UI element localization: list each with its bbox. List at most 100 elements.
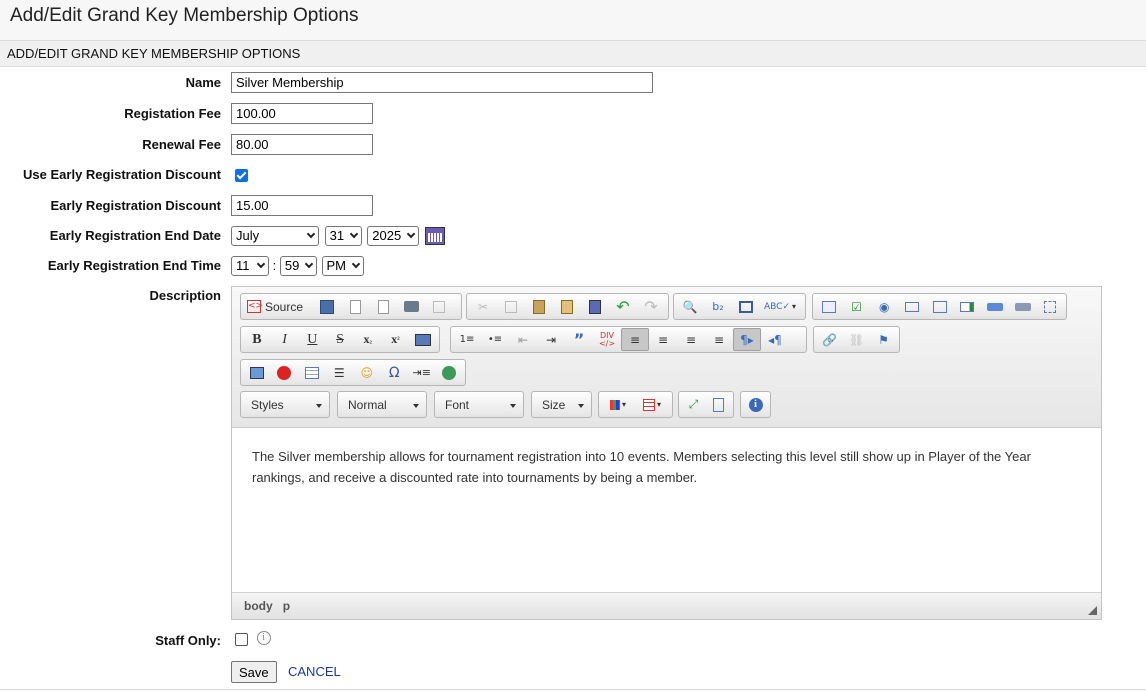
chevron-down-icon — [304, 259, 314, 269]
link-icon[interactable]: 🔗 — [816, 328, 843, 351]
italic-icon[interactable]: I — [271, 328, 299, 351]
font-combo[interactable]: Font — [434, 391, 524, 418]
calendar-icon[interactable] — [424, 227, 445, 245]
page-break-icon[interactable]: ⇥≡ — [408, 361, 436, 384]
early-discount-input[interactable] — [231, 195, 373, 216]
toolbar-group-document: <> Source — [240, 293, 462, 320]
save-button[interactable]: Save — [231, 661, 277, 683]
chevron-down-icon — [306, 229, 316, 239]
styles-combo[interactable]: Styles — [240, 391, 330, 418]
end-date-day-select[interactable]: 31 — [324, 226, 362, 246]
image-button-icon[interactable] — [1009, 295, 1037, 318]
flash-icon[interactable] — [271, 361, 299, 384]
select-field-icon[interactable] — [953, 295, 981, 318]
bold-icon[interactable]: B — [243, 328, 271, 351]
size-label: Size — [542, 398, 566, 412]
info-icon[interactable]: i — [256, 631, 271, 645]
maximize-icon[interactable]: ⤢ — [681, 393, 706, 416]
path-body[interactable]: body — [244, 599, 273, 613]
align-center-icon[interactable]: ≡ — [649, 328, 677, 351]
toolbar-group-clipboard: ✂ ↶ ↷ — [466, 293, 669, 320]
source-button[interactable]: <> Source — [243, 295, 313, 318]
paste-text-icon[interactable] — [553, 295, 581, 318]
name-label: Name — [185, 75, 221, 90]
format-combo[interactable]: Normal — [337, 391, 427, 418]
textfield-icon[interactable] — [898, 295, 926, 318]
end-time-hour-select[interactable]: 11 — [231, 256, 269, 276]
end-time-ampm-select[interactable]: PM — [321, 256, 364, 276]
unlink-icon[interactable]: ⛓ — [843, 328, 870, 351]
early-discount-label: Early Registration Discount — [50, 198, 221, 213]
paste-word-icon[interactable] — [581, 295, 609, 318]
numbered-list-icon[interactable]: 1≡ — [453, 328, 481, 351]
special-char-icon[interactable]: Ω — [381, 361, 409, 384]
print-icon[interactable] — [397, 295, 425, 318]
chevron-down-icon — [413, 404, 419, 408]
new-page-icon[interactable] — [341, 295, 369, 318]
table-icon[interactable] — [298, 361, 326, 384]
end-date-year-select[interactable]: 2025 — [367, 226, 420, 246]
rtl-icon[interactable]: ◂¶ — [761, 328, 789, 351]
end-date-month-select[interactable]: July — [231, 226, 319, 246]
form-icon[interactable] — [815, 295, 843, 318]
year-value: 2025 — [372, 228, 402, 243]
horizontal-rule-icon[interactable]: ☰ — [326, 361, 354, 384]
spellcheck-icon[interactable]: ABC✓ ▾ — [760, 295, 800, 318]
staff-only-checkbox[interactable] — [235, 633, 248, 646]
resize-handle-icon[interactable] — [1088, 606, 1097, 615]
cut-icon[interactable]: ✂ — [469, 295, 497, 318]
smiley-icon[interactable]: ☺ — [353, 361, 381, 384]
anchor-icon[interactable]: ⚑ — [870, 328, 897, 351]
source-label: Source — [265, 299, 304, 314]
templates-icon[interactable] — [425, 295, 453, 318]
indent-icon[interactable]: ⇥ — [537, 328, 565, 351]
show-blocks-icon[interactable] — [706, 393, 731, 416]
ltr-icon[interactable]: ¶▸ — [733, 328, 761, 351]
select-all-icon[interactable] — [732, 295, 760, 318]
end-time-minute-select[interactable]: 59 — [279, 256, 317, 276]
find-icon[interactable]: 🔍 — [676, 295, 704, 318]
checkbox-icon[interactable]: ☑ — [843, 295, 871, 318]
undo-icon[interactable]: ↶ — [609, 295, 637, 318]
time-separator: : — [272, 258, 277, 273]
outdent-icon[interactable]: ⇤ — [509, 328, 537, 351]
text-color-icon[interactable]: ▾ — [601, 393, 635, 416]
renewal-fee-label: Renewal Fee — [142, 137, 221, 152]
save-doc-icon[interactable] — [313, 295, 341, 318]
name-input[interactable] — [231, 72, 653, 93]
textarea-icon[interactable] — [926, 295, 954, 318]
align-right-icon[interactable]: ≡ — [677, 328, 705, 351]
cancel-link[interactable]: CANCEL — [288, 664, 341, 679]
replace-icon[interactable]: b₂ — [704, 295, 732, 318]
editor-content[interactable]: The Silver membership allows for tournam… — [232, 428, 1101, 592]
div-container-icon[interactable]: DIV </> — [593, 328, 621, 351]
iframe-icon[interactable] — [436, 361, 464, 384]
toolbar-group-insert: ☰ ☺ Ω ⇥≡ — [240, 359, 466, 386]
paste-icon[interactable] — [525, 295, 553, 318]
path-p[interactable]: p — [283, 599, 290, 613]
radio-icon[interactable]: ◉ — [870, 295, 898, 318]
bulleted-list-icon[interactable]: •≡ — [481, 328, 509, 351]
month-value: July — [236, 228, 260, 243]
preview-icon[interactable] — [369, 295, 397, 318]
button-field-icon[interactable] — [981, 295, 1009, 318]
renewal-fee-input[interactable] — [231, 134, 373, 155]
about-icon[interactable]: i — [743, 393, 768, 416]
use-early-discount-checkbox[interactable] — [235, 169, 248, 182]
hidden-field-icon[interactable] — [1036, 295, 1064, 318]
blockquote-icon[interactable]: ” — [565, 328, 593, 351]
registration-fee-input[interactable] — [231, 103, 373, 124]
strike-icon[interactable]: S — [326, 328, 354, 351]
justify-icon[interactable]: ≡ — [705, 328, 733, 351]
align-left-icon[interactable]: ≡ — [621, 328, 649, 351]
underline-icon[interactable]: U — [298, 328, 326, 351]
superscript-icon[interactable]: x² — [382, 328, 410, 351]
toolbar-group-about: i — [740, 391, 771, 418]
bg-color-icon[interactable]: ▾ — [635, 393, 669, 416]
redo-icon[interactable]: ↷ — [637, 295, 665, 318]
image-icon[interactable] — [243, 361, 271, 384]
copy-icon[interactable] — [497, 295, 525, 318]
subscript-icon[interactable]: x₂ — [354, 328, 382, 351]
size-combo[interactable]: Size — [531, 391, 592, 418]
remove-format-icon[interactable] — [409, 328, 437, 351]
